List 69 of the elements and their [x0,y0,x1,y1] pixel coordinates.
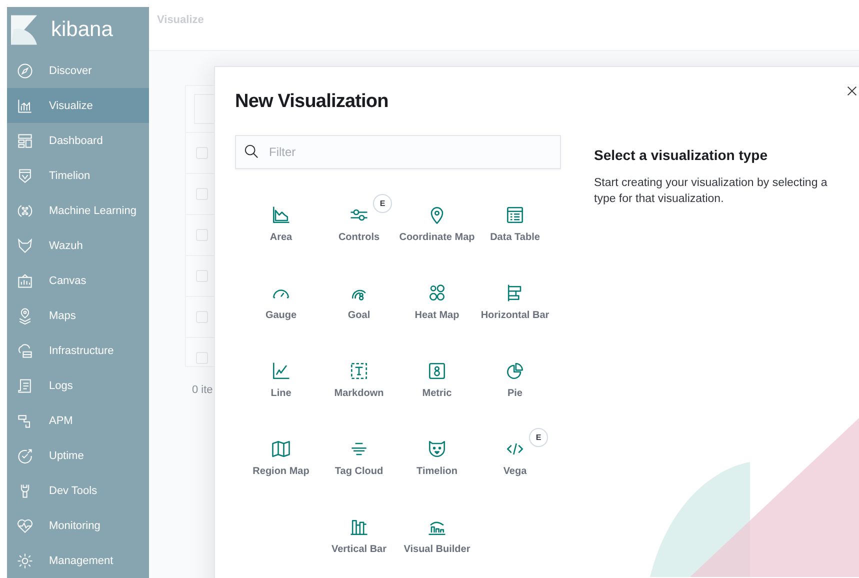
visualization-type[interactable]: Gauge [242,263,320,341]
info-text: Start creating your visualization by selecting a type for that visualization. [594,176,828,207]
line-chart-icon [270,360,292,382]
info-heading: Select a visualization type [594,147,769,163]
checkbox[interactable] [196,311,208,323]
close-icon[interactable] [847,86,857,96]
nav-item[interactable]: Discover [7,53,149,88]
markdown-icon [348,360,370,382]
visualization-type[interactable]: Line [242,341,320,419]
nav-item[interactable]: Management [7,543,149,578]
visualization-type[interactable]: Coordinate Map [398,185,476,263]
visualization-type[interactable]: Tag Cloud [320,419,398,497]
visualization-type[interactable]: Timelion [398,419,476,497]
search-icon [244,144,259,159]
experimental-badge: E [373,194,392,213]
experimental-badge: E [529,428,548,447]
visualization-type[interactable]: Visual Builder [398,497,476,575]
nav-item[interactable]: Logs [7,368,149,403]
visualization-type[interactable]: Heat Map [398,263,476,341]
bear-face-icon [426,438,448,460]
heartbeat-icon [16,516,34,534]
visualization-type[interactable]: Goal [320,263,398,341]
visualization-type[interactable]: Markdown [320,341,398,419]
visualization-type[interactable]: Data Table [476,185,554,263]
gear-icon [16,552,34,570]
nav-item[interactable]: Dashboard [7,123,149,158]
area-chart-icon [270,204,292,226]
nav-item[interactable]: Visualize [7,88,149,123]
nav-item[interactable]: Dev Tools [7,473,149,508]
visualization-type[interactable]: Pie [476,341,554,419]
document-icon [16,376,34,394]
folded-map-icon [270,438,292,460]
filter-field[interactable]: Filter [235,135,561,169]
pie-chart-icon [504,360,526,382]
visualization-type[interactable]: Horizontal Bar [476,263,554,341]
shield-icon [16,166,34,184]
visualization-type[interactable]: Metric [398,341,476,419]
checkbox[interactable] [196,352,208,364]
logo-icon [11,15,37,45]
compass-icon [16,62,34,80]
checkbox[interactable] [196,147,208,159]
nav-item[interactable]: Wazuh [7,228,149,263]
table-icon [504,204,526,226]
nav-item[interactable]: Machine Learning [7,193,149,228]
checkmark-arrow-icon [16,446,34,464]
visualization-type[interactable]: Area [242,185,320,263]
visualization-type[interactable]: Vertical Bar [320,497,398,575]
visualization-type[interactable]: E Vega [476,419,554,497]
checkbox[interactable] [196,270,208,282]
visualization-type[interactable]: E Controls [320,185,398,263]
nav-item[interactable]: Timelion [7,158,149,193]
nav-item[interactable]: Uptime [7,438,149,473]
nav-item[interactable]: Monitoring [7,508,149,543]
nav-item[interactable]: APM [7,403,149,438]
modal-title: New Visualization [235,91,390,113]
visualization-type[interactable]: Region Map [242,419,320,497]
checkbox[interactable] [196,229,208,241]
brand-name: kibana [51,18,113,42]
checkbox[interactable] [196,188,208,200]
wolf-icon [16,236,34,254]
nav-item[interactable]: Infrastructure [7,333,149,368]
cloud-icon [16,342,34,360]
item-count: 0 ite [192,384,213,396]
nav-item[interactable]: Canvas [7,263,149,298]
easel-icon [16,272,34,290]
nav-item[interactable]: Maps [7,298,149,333]
bar-chart-icon [16,96,34,114]
metric-icon [426,360,448,382]
dashboard-icon [16,132,34,150]
